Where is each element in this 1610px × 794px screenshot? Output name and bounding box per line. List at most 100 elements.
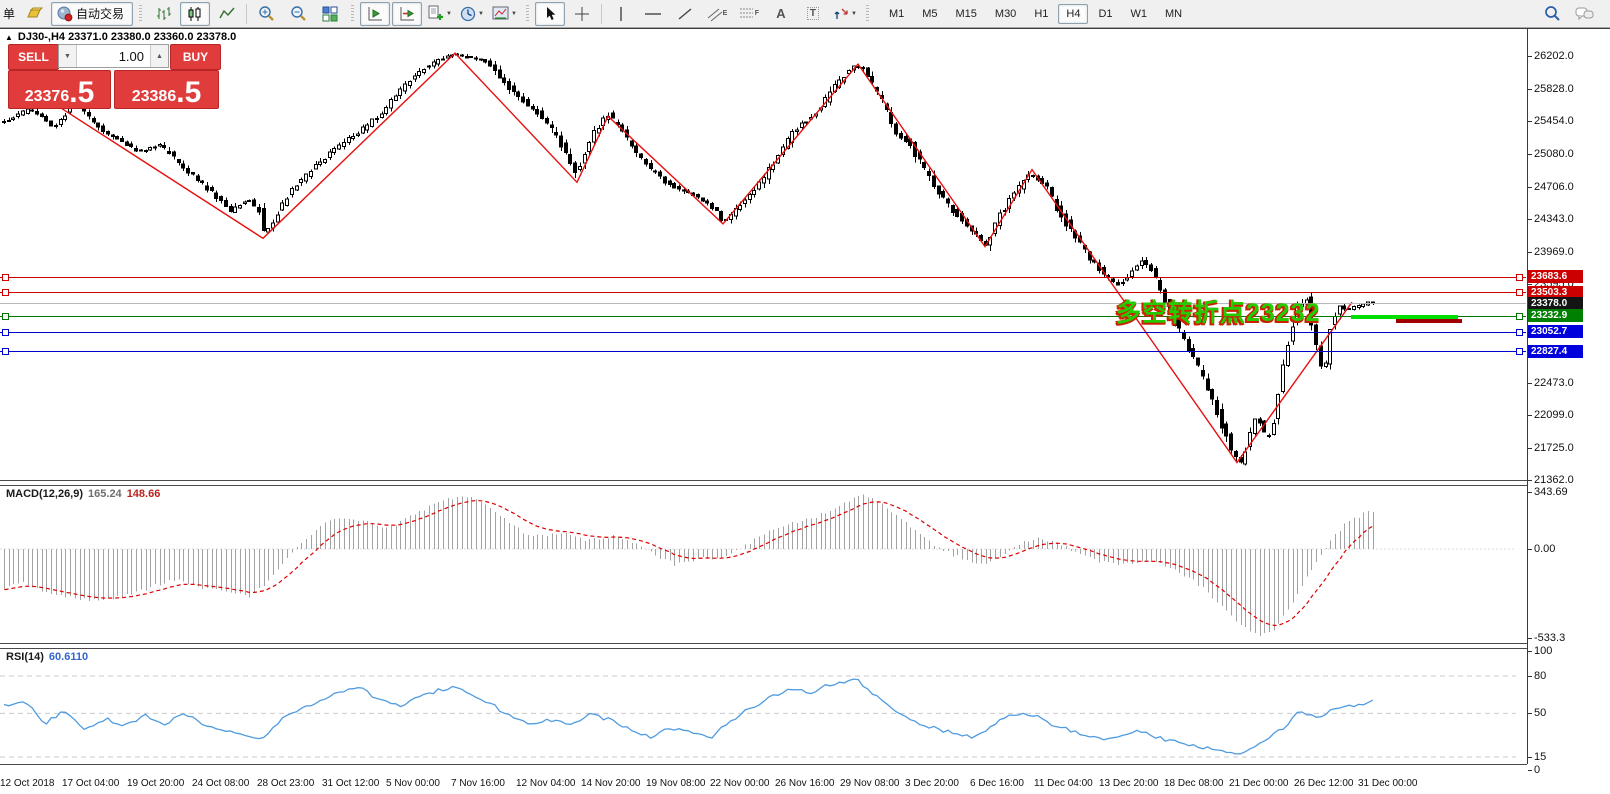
- price-tag: 22827.4: [1528, 345, 1583, 358]
- chevron-down-icon[interactable]: ▼: [446, 11, 452, 17]
- level-line-handle[interactable]: [2, 289, 9, 296]
- buy-price-frac: .5: [176, 79, 201, 107]
- timeframe-h4[interactable]: H4: [1058, 4, 1088, 24]
- price-axis-tick: [1528, 480, 1532, 481]
- level-line-handle[interactable]: [1516, 274, 1523, 281]
- line-chart-button[interactable]: [212, 2, 242, 26]
- horizontal-line-button[interactable]: [638, 2, 668, 26]
- chevron-down-icon[interactable]: ▼: [511, 11, 517, 17]
- zoom-in-button[interactable]: [251, 2, 281, 26]
- templates-button[interactable]: ▼: [489, 2, 520, 26]
- horizontal-level-line[interactable]: [0, 277, 1526, 278]
- chart-shift-button[interactable]: [392, 2, 422, 26]
- sell-button[interactable]: SELL: [8, 44, 59, 70]
- chevron-down-icon[interactable]: ▼: [478, 11, 484, 17]
- volume-decrease-button[interactable]: ▼: [59, 45, 77, 67]
- crosshair-button[interactable]: [567, 2, 597, 26]
- toolbar-handle[interactable]: [526, 5, 529, 23]
- periods-button[interactable]: ▼: [457, 2, 487, 26]
- sell-price-button[interactable]: 23376.5: [8, 70, 111, 109]
- zoom-out-button[interactable]: [283, 2, 313, 26]
- timeframe-m5[interactable]: M5: [914, 4, 945, 24]
- price-tag: 23683.6: [1528, 270, 1583, 283]
- level-line-handle[interactable]: [1516, 329, 1523, 336]
- autoscroll-button[interactable]: [360, 2, 390, 26]
- toolbar-handle[interactable]: [351, 5, 354, 23]
- arrows-button[interactable]: ▼: [830, 2, 860, 26]
- equidistant-channel-icon: [707, 6, 723, 22]
- vertical-line-button[interactable]: [606, 2, 636, 26]
- turning-point-annotation[interactable]: 多空转折点23232: [1116, 293, 1321, 329]
- chat-button[interactable]: [1569, 2, 1599, 26]
- rsi-axis-label: 100: [1534, 645, 1552, 657]
- order-label[interactable]: 单: [3, 5, 15, 22]
- text-a-icon: A: [776, 6, 785, 21]
- time-axis-label: 14 Nov 20:00: [581, 778, 641, 789]
- timeframe-mn[interactable]: MN: [1157, 4, 1190, 24]
- search-button[interactable]: [1537, 2, 1567, 26]
- price-tag: 23052.7: [1528, 325, 1583, 338]
- toolbar: 单 自动交易 ▼ ▼ ▼: [0, 0, 1610, 28]
- time-axis-label: 17 Oct 04:00: [62, 778, 119, 789]
- fibonacci-button[interactable]: F: [734, 2, 764, 26]
- level-line-handle[interactable]: [2, 274, 9, 281]
- volume-increase-button[interactable]: ▲: [150, 45, 168, 67]
- macd-axis-tick: [1528, 492, 1532, 493]
- chevron-down-icon[interactable]: ▼: [851, 11, 857, 17]
- chart-plot-area[interactable]: [0, 0, 1610, 794]
- rsi-axis-label: 80: [1534, 670, 1546, 682]
- level-line-handle[interactable]: [2, 313, 9, 320]
- timeframe-d1[interactable]: D1: [1090, 4, 1120, 24]
- buy-button[interactable]: BUY: [170, 44, 221, 70]
- bar-chart-button[interactable]: [148, 2, 178, 26]
- toolbar-handle[interactable]: [866, 5, 869, 23]
- level-line-handle[interactable]: [1516, 289, 1523, 296]
- text-button[interactable]: A: [766, 2, 796, 26]
- timeframe-m1[interactable]: M1: [881, 4, 912, 24]
- toolbar-handle[interactable]: [139, 5, 142, 23]
- time-axis[interactable]: 12 Oct 201817 Oct 04:0019 Oct 20:0024 Oc…: [0, 765, 1527, 794]
- collapse-arrow-icon[interactable]: ▲: [5, 33, 13, 42]
- sell-price-main: 23376: [25, 87, 70, 107]
- autotrade-button[interactable]: 自动交易: [51, 2, 133, 26]
- timeframe-m30[interactable]: M30: [987, 4, 1024, 24]
- horizontal-level-line[interactable]: [0, 332, 1526, 333]
- level-line-handle[interactable]: [2, 348, 9, 355]
- new-order-button[interactable]: [19, 2, 49, 26]
- timeframe-h1[interactable]: H1: [1026, 4, 1056, 24]
- level-line-handle[interactable]: [1516, 313, 1523, 320]
- macd-panel-separator[interactable]: [0, 480, 1527, 486]
- tile-windows-button[interactable]: [315, 2, 345, 26]
- volume-value[interactable]: 1.00: [77, 45, 150, 67]
- cursor-button[interactable]: [535, 2, 565, 26]
- toolbar-separator: [601, 4, 602, 24]
- timeframe-w1[interactable]: W1: [1123, 4, 1156, 24]
- autoscroll-icon: [367, 6, 383, 22]
- rsi-panel-bottom-border: [0, 764, 1527, 765]
- buy-price-button[interactable]: 23386.5: [114, 70, 219, 109]
- macd-axis-tick: [1528, 638, 1532, 639]
- rsi-axis-label: 50: [1534, 707, 1546, 719]
- rsi-panel-separator[interactable]: [0, 643, 1527, 649]
- price-axis-tick: [1528, 448, 1532, 449]
- level-line-handle[interactable]: [2, 329, 9, 336]
- time-axis-label: 12 Oct 2018: [0, 778, 54, 789]
- darkred-highlight-bar[interactable]: [1396, 319, 1462, 323]
- price-axis-label: 24706.0: [1534, 181, 1574, 193]
- buy-price-main: 23386: [132, 87, 177, 107]
- text-label-button[interactable]: T: [798, 2, 828, 26]
- time-axis-label: 26 Nov 16:00: [775, 778, 835, 789]
- price-tag: 23232.9: [1528, 309, 1583, 322]
- macd-signal-value: 148.66: [127, 488, 161, 500]
- trendline-button[interactable]: [670, 2, 700, 26]
- price-axis[interactable]: 26202.025828.025454.025080.024706.024343…: [1528, 0, 1610, 794]
- level-line-handle[interactable]: [1516, 348, 1523, 355]
- horizontal-level-line[interactable]: [0, 351, 1526, 352]
- vertical-line-icon: [614, 6, 628, 22]
- candlestick-button[interactable]: [180, 2, 210, 26]
- time-axis-label: 31 Oct 12:00: [322, 778, 379, 789]
- channel-button[interactable]: E: [702, 2, 732, 26]
- time-axis-label: 29 Nov 08:00: [840, 778, 900, 789]
- timeframe-m15[interactable]: M15: [948, 4, 985, 24]
- indicators-button[interactable]: ▼: [424, 2, 455, 26]
